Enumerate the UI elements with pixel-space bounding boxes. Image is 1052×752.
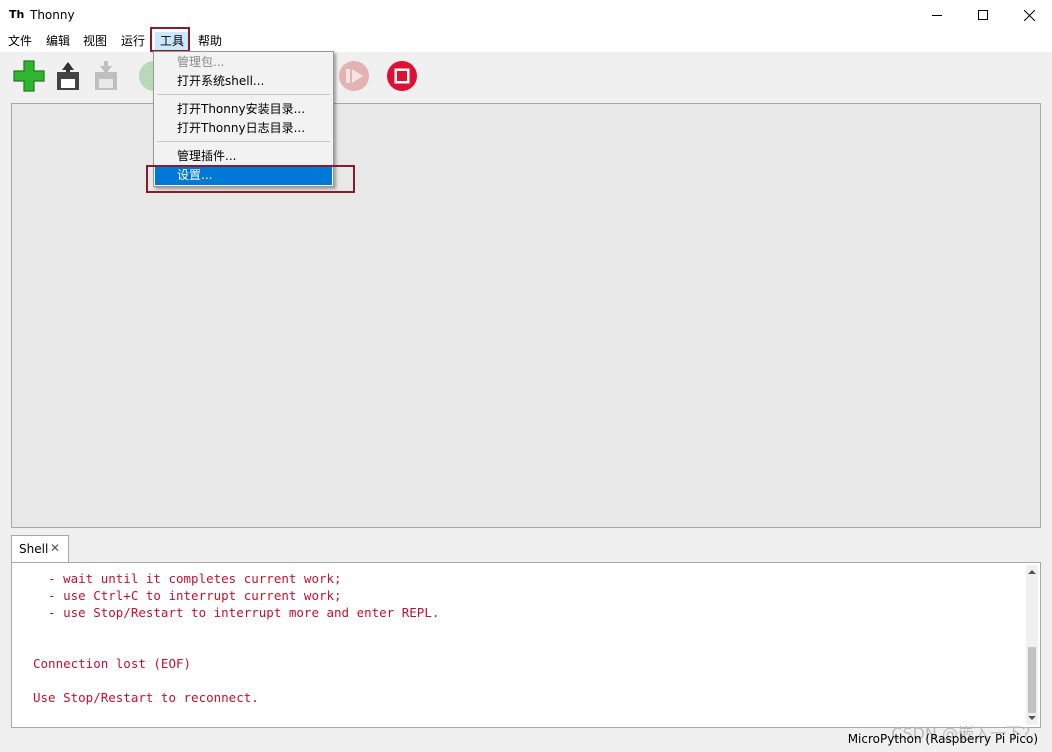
tools-menu-highlight-box bbox=[150, 27, 190, 52]
shell-line: - use Stop/Restart to interrupt more and… bbox=[33, 605, 440, 620]
scrollbar-thumb[interactable] bbox=[1028, 647, 1036, 713]
stop-button[interactable] bbox=[384, 58, 420, 94]
tab-shell[interactable]: Shell ✕ bbox=[11, 535, 69, 563]
close-tab-icon[interactable]: ✕ bbox=[50, 541, 60, 555]
scroll-up-icon bbox=[1028, 570, 1036, 574]
folder-open-icon bbox=[57, 62, 79, 90]
shell-tab-label: Shell bbox=[19, 542, 49, 556]
plus-icon bbox=[13, 60, 45, 92]
maximize-icon bbox=[978, 10, 988, 20]
minimize-button[interactable] bbox=[914, 0, 960, 30]
maximize-button[interactable] bbox=[960, 0, 1006, 30]
menu-separator bbox=[157, 141, 330, 142]
settings-highlight-box bbox=[146, 165, 355, 193]
window-title: Thonny bbox=[30, 8, 75, 22]
shell-scrollbar[interactable] bbox=[1026, 565, 1038, 725]
interpreter-status[interactable]: MicroPython (Raspberry Pi Pico) bbox=[848, 732, 1038, 746]
thonny-icon: Th bbox=[9, 8, 25, 21]
shell-line: Connection lost (EOF) bbox=[33, 656, 192, 671]
menu-file[interactable]: 文件 bbox=[3, 32, 37, 50]
shell-line: - use Ctrl+C to interrupt current work; bbox=[33, 588, 342, 603]
menu-item-open-log-dir[interactable]: 打开Thonny日志目录... bbox=[155, 119, 332, 138]
resume-icon bbox=[339, 61, 369, 91]
menu-help[interactable]: 帮助 bbox=[193, 32, 227, 50]
menu-item-open-install-dir[interactable]: 打开Thonny安装目录... bbox=[155, 100, 332, 119]
open-file-button[interactable] bbox=[50, 58, 86, 94]
shell-line: Use Stop/Restart to reconnect. bbox=[33, 690, 259, 705]
menu-run[interactable]: 运行 bbox=[116, 32, 150, 50]
save-file-button[interactable] bbox=[88, 58, 124, 94]
close-button[interactable] bbox=[1006, 0, 1052, 30]
save-icon bbox=[95, 61, 117, 90]
stop-icon bbox=[387, 61, 417, 91]
minimize-icon bbox=[932, 15, 942, 16]
menu-separator bbox=[157, 94, 330, 95]
menu-view[interactable]: 视图 bbox=[78, 32, 112, 50]
menu-edit[interactable]: 编辑 bbox=[41, 32, 75, 50]
shell-panel[interactable]: - wait until it completes current work; … bbox=[11, 562, 1041, 728]
new-file-button[interactable] bbox=[12, 58, 48, 94]
close-icon bbox=[1023, 9, 1035, 21]
menu-item-manage-packages: 管理包... bbox=[177, 55, 225, 69]
title-bar: Th Thonny bbox=[0, 0, 1052, 30]
resume-button[interactable] bbox=[336, 58, 372, 94]
shell-line: - wait until it completes current work; bbox=[33, 571, 342, 586]
menu-item-open-system-shell[interactable]: 打开系统shell... bbox=[155, 72, 332, 91]
menu-item-manage-plugins[interactable]: 管理插件... bbox=[155, 147, 332, 166]
